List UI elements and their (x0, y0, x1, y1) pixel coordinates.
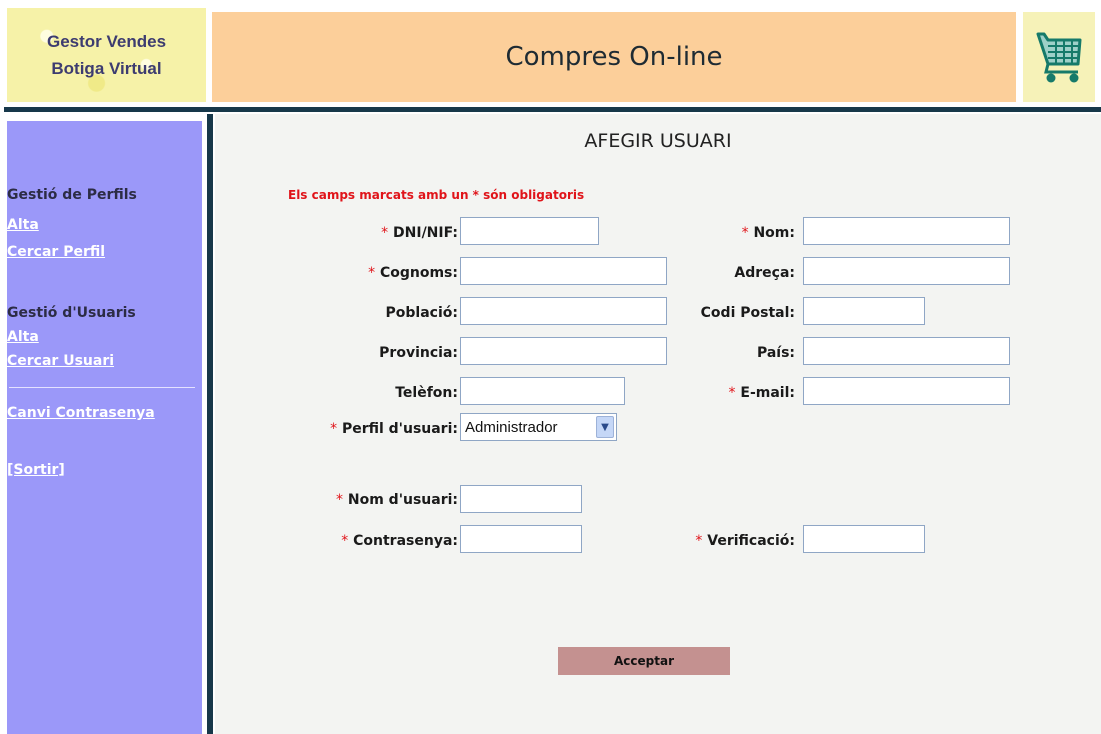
dni-label: * DNI/NIF: (381, 225, 458, 241)
contrasenya-label: * Contrasenya: (341, 533, 458, 549)
poblacio-label: Població: (385, 305, 458, 321)
cart-box (1023, 12, 1095, 102)
provincia-input[interactable] (460, 337, 667, 365)
provincia-label: Provincia: (379, 345, 458, 361)
codi-postal-label: Codi Postal: (700, 305, 795, 321)
sidebar-link-profile-alta[interactable]: Alta (7, 217, 39, 233)
required-star: * (341, 533, 349, 549)
nom-input[interactable] (803, 217, 1010, 245)
required-star: * (336, 492, 343, 508)
email-label: * E-mail: (728, 385, 795, 401)
sidebar-heading-profiles: Gestió de Perfils (7, 187, 137, 203)
required-star: * (381, 225, 389, 241)
main-content: AFEGIR USUARI Els camps marcats amb un *… (215, 114, 1101, 734)
required-star: * (368, 265, 376, 281)
sidebar-link-search-profile[interactable]: Cercar Perfil (7, 244, 105, 260)
telefon-input[interactable] (460, 377, 625, 405)
nom-usuari-input[interactable] (460, 485, 582, 513)
telefon-label: Telèfon: (395, 385, 458, 401)
sidebar-link-change-password[interactable]: Canvi Contrasenya (7, 405, 155, 421)
app-title: Compres On-line (505, 42, 723, 72)
perfil-select[interactable]: Administrador ▼ (460, 413, 617, 441)
required-star: * (741, 225, 749, 241)
sidebar-heading-users: Gestió d'Usuaris (7, 305, 136, 321)
header-divider (4, 107, 1101, 112)
dni-input[interactable] (460, 217, 599, 245)
verificacio-label: * Verificació: (695, 533, 795, 549)
sidebar-separator (207, 114, 213, 734)
cognoms-label: * Cognoms: (368, 265, 458, 281)
poblacio-input[interactable] (460, 297, 667, 325)
sidebar-link-search-user[interactable]: Cercar Usuari (7, 353, 114, 369)
nom-label: * Nom: (741, 225, 795, 241)
email-input[interactable] (803, 377, 1010, 405)
required-star: * (728, 385, 736, 401)
pais-label: País: (756, 345, 795, 361)
sidebar-divider (9, 387, 195, 388)
contrasenya-input[interactable] (460, 525, 582, 553)
header-title-bar: Compres On-line (212, 12, 1016, 102)
chevron-down-icon[interactable]: ▼ (596, 416, 614, 438)
adreca-input[interactable] (803, 257, 1010, 285)
app-logo: Gestor Vendes Botiga Virtual (7, 8, 206, 102)
required-star: * (330, 421, 338, 437)
codi-postal-input[interactable] (803, 297, 925, 325)
nom-usuari-label: * Nom d'usuari: (336, 492, 458, 508)
verificacio-input[interactable] (803, 525, 925, 553)
shopping-cart-icon (1034, 26, 1084, 88)
logo-line-2: Botiga Virtual (51, 59, 162, 78)
required-star: * (695, 533, 703, 549)
adreca-label: Adreça: (734, 265, 795, 281)
page-title: AFEGIR USUARI (584, 130, 732, 152)
logo-line-1: Gestor Vendes (46, 32, 167, 51)
sidebar-link-logout[interactable]: [Sortir] (7, 462, 65, 478)
accept-button[interactable]: Acceptar (558, 647, 730, 675)
required-fields-note: Els camps marcats amb un * són obligator… (288, 188, 585, 202)
pais-input[interactable] (803, 337, 1010, 365)
perfil-selected-value: Administrador (465, 418, 558, 436)
cognoms-input[interactable] (460, 257, 667, 285)
perfil-label: * Perfil d'usuari: (330, 421, 458, 437)
sidebar: Gestió de Perfils Alta Cercar Perfil Ges… (7, 121, 202, 734)
sidebar-link-user-alta[interactable]: Alta (7, 329, 39, 345)
